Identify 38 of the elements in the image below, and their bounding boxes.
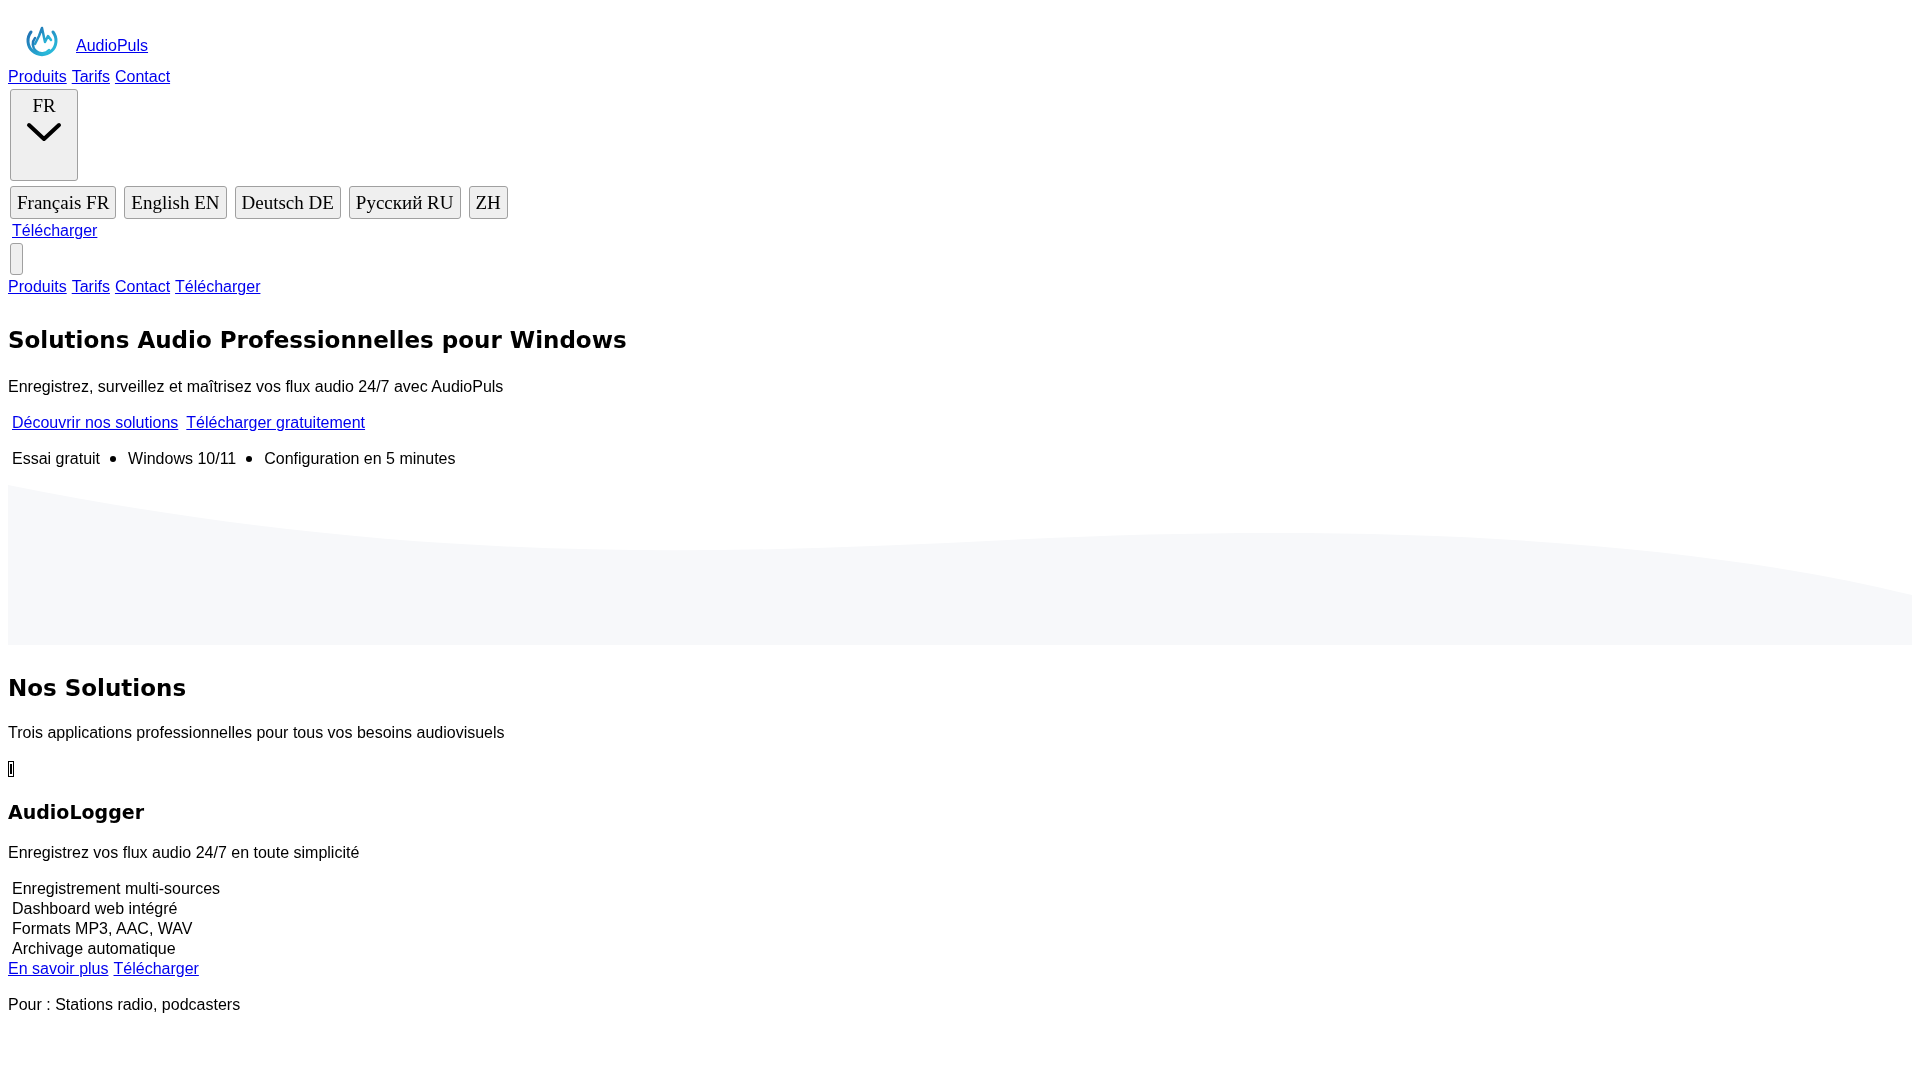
trust-item: Configuration en 5 minutes — [264, 449, 456, 469]
section-title: Nos Solutions — [8, 674, 188, 703]
menu-button[interactable] — [10, 243, 23, 275]
language-option[interactable]: Русский RU — [348, 186, 461, 219]
language-option[interactable]: ZH — [468, 186, 508, 219]
product-description: Enregistrez vos flux audio 24/7 en toute simplicité — [8, 843, 361, 863]
hero-title: Solutions Audio Professionnelles pour Windows — [8, 326, 628, 355]
nav-link[interactable]: Tarifs — [71, 277, 110, 297]
language-option[interactable]: Deutsch DE — [234, 186, 341, 219]
feature-item: Enregistrement multi-sources — [12, 879, 222, 899]
nav-link[interactable]: Contact — [114, 277, 171, 297]
bullet-icon — [246, 456, 253, 462]
download-link[interactable]: Télécharger — [8, 222, 98, 239]
hero-link[interactable]: Télécharger gratuitement — [186, 413, 366, 433]
bullet-icon — [110, 456, 117, 462]
nav-link[interactable]: Contact — [114, 67, 171, 87]
product-link[interactable]: En savoir plus — [8, 959, 109, 979]
brand-link[interactable]: AudioPuls — [8, 22, 149, 56]
nav-link[interactable]: Tarifs — [71, 67, 110, 87]
nav-link[interactable]: Produits — [8, 67, 67, 87]
hero-subtitle: Enregistrez, surveillez et maîtrisez vos flux audio 24/7 avec AudioPuls — [8, 377, 505, 397]
feature-item: Formats MP3, AAC, WAV — [12, 919, 194, 939]
product-link[interactable]: Télécharger — [113, 959, 199, 979]
hero-link[interactable]: Découvrir nos solutions — [12, 413, 179, 433]
section-subtitle: Trois applications professionnelles pour tous vos besoins audiovisuels — [8, 723, 506, 743]
nav-link[interactable]: Produits — [8, 277, 67, 297]
product-title: AudioLogger — [8, 800, 145, 825]
language-button[interactable]: FR — [10, 89, 78, 181]
audience-text: Pour : Stations radio, podcasters — [8, 995, 242, 1015]
trust-item: Windows 10/11 — [128, 449, 237, 469]
nav-link[interactable]: Télécharger — [175, 277, 261, 297]
language-option[interactable]: English EN — [124, 186, 227, 219]
broken-image-icon — [8, 761, 14, 777]
feature-item: Archivage automatique — [12, 939, 177, 959]
chevron-down-icon — [25, 120, 63, 144]
language-option[interactable]: Français FR — [10, 186, 117, 219]
feature-item: Dashboard web intégré — [12, 899, 179, 919]
trust-item: Essai gratuit — [12, 449, 101, 469]
